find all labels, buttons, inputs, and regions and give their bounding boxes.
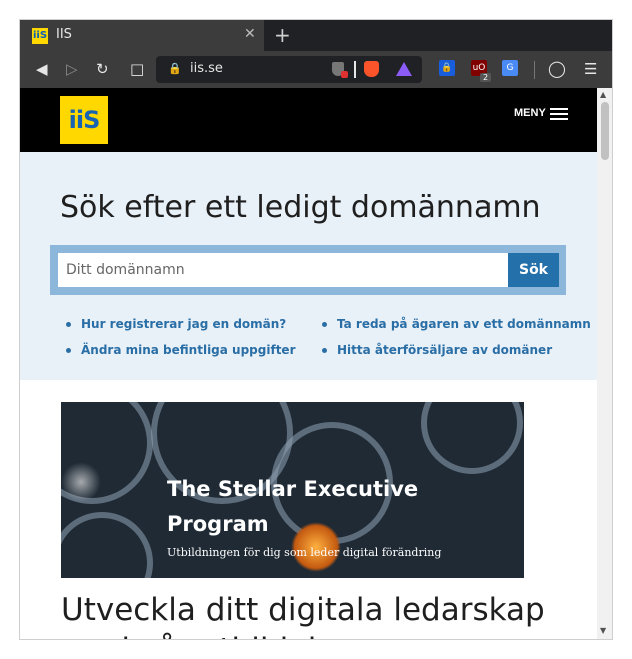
- link-find-reseller[interactable]: Hitta återförsäljare av domäner: [322, 343, 552, 357]
- browser-toolbar: ◀ ▷ ↻ □ 🔒 iis.se 🔒 uO 2 G ◯ ☰: [20, 51, 612, 88]
- text-cursor-icon: I: [487, 201, 492, 217]
- hero-title: Sök efter ett ledigt domännamn: [60, 190, 541, 225]
- web-page: iiS MENY Sök efter ett ledigt domännamn …: [20, 88, 597, 639]
- scrollbar[interactable]: ▲ ▼: [597, 88, 612, 639]
- url-text[interactable]: iis.se: [190, 61, 223, 76]
- link-register-domain[interactable]: Hur registrerar jag en domän?: [66, 317, 286, 331]
- bullet-icon: [322, 348, 327, 353]
- banner-subtitle: Utbildningen för dig som leder digital f…: [167, 546, 442, 559]
- tab-strip: iiS IIS ✕ +: [20, 20, 612, 51]
- reload-icon[interactable]: ↻: [96, 60, 109, 78]
- forward-icon[interactable]: ▷: [66, 60, 78, 78]
- tab-iis[interactable]: iiS IIS ✕: [20, 20, 264, 51]
- scrollbar-thumb[interactable]: [601, 102, 609, 160]
- brave-bat-icon[interactable]: [396, 62, 412, 76]
- search-box: Sök: [50, 245, 566, 295]
- bitwarden-icon[interactable]: 🔒: [439, 60, 455, 76]
- domain-search-input[interactable]: [58, 253, 508, 287]
- hamburger-icon[interactable]: [550, 108, 568, 120]
- iis-logo[interactable]: iiS: [60, 96, 108, 144]
- browser-window: iiS IIS ✕ + ◀ ▷ ↻ □ 🔒 iis.se 🔒 uO 2 G ◯ …: [20, 20, 612, 639]
- decorative-ring: [421, 402, 523, 474]
- brave-shield-icon[interactable]: [332, 62, 348, 78]
- menu-label[interactable]: MENY: [514, 107, 546, 119]
- scroll-up-icon[interactable]: ▲: [600, 90, 606, 99]
- banner-title: The Stellar Executive Program: [167, 477, 419, 536]
- bullet-icon: [322, 322, 327, 327]
- toolbar-divider: [534, 61, 535, 79]
- tab-title: IIS: [56, 27, 72, 42]
- decorative-ring: [61, 512, 153, 578]
- link-update-details[interactable]: Ändra mina befintliga uppgifter: [66, 343, 295, 357]
- search-button[interactable]: Sök: [508, 253, 559, 287]
- translate-icon[interactable]: G: [502, 60, 518, 76]
- ublock-badge: 2: [480, 73, 492, 82]
- article-headline[interactable]: Utveckla ditt digitala ledarskap med vår…: [61, 590, 561, 639]
- lock-icon[interactable]: 🔒: [168, 62, 182, 75]
- site-header: iiS MENY: [20, 88, 597, 152]
- address-bar[interactable]: 🔒 iis.se: [156, 56, 422, 83]
- favicon: iiS: [32, 28, 48, 44]
- decorative-glow: [61, 462, 101, 502]
- bullet-icon: [66, 322, 71, 327]
- menu-icon[interactable]: ☰: [584, 60, 597, 78]
- bullet-icon: [66, 348, 71, 353]
- divider: [354, 61, 356, 78]
- bookmark-icon[interactable]: □: [130, 60, 144, 78]
- close-icon[interactable]: ✕: [244, 26, 256, 42]
- brave-rewards-icon[interactable]: [364, 61, 379, 77]
- link-find-owner[interactable]: Ta reda på ägaren av ett domännamn: [322, 317, 591, 331]
- scroll-down-icon[interactable]: ▼: [600, 626, 606, 635]
- back-icon[interactable]: ◀: [36, 60, 48, 78]
- stellar-program-banner[interactable]: The Stellar Executive Program Utbildning…: [61, 402, 524, 578]
- new-tab-icon[interactable]: +: [274, 23, 291, 47]
- domain-search-hero: Sök efter ett ledigt domännamn Sök Hur r…: [20, 152, 597, 380]
- profile-icon[interactable]: ◯: [548, 60, 566, 78]
